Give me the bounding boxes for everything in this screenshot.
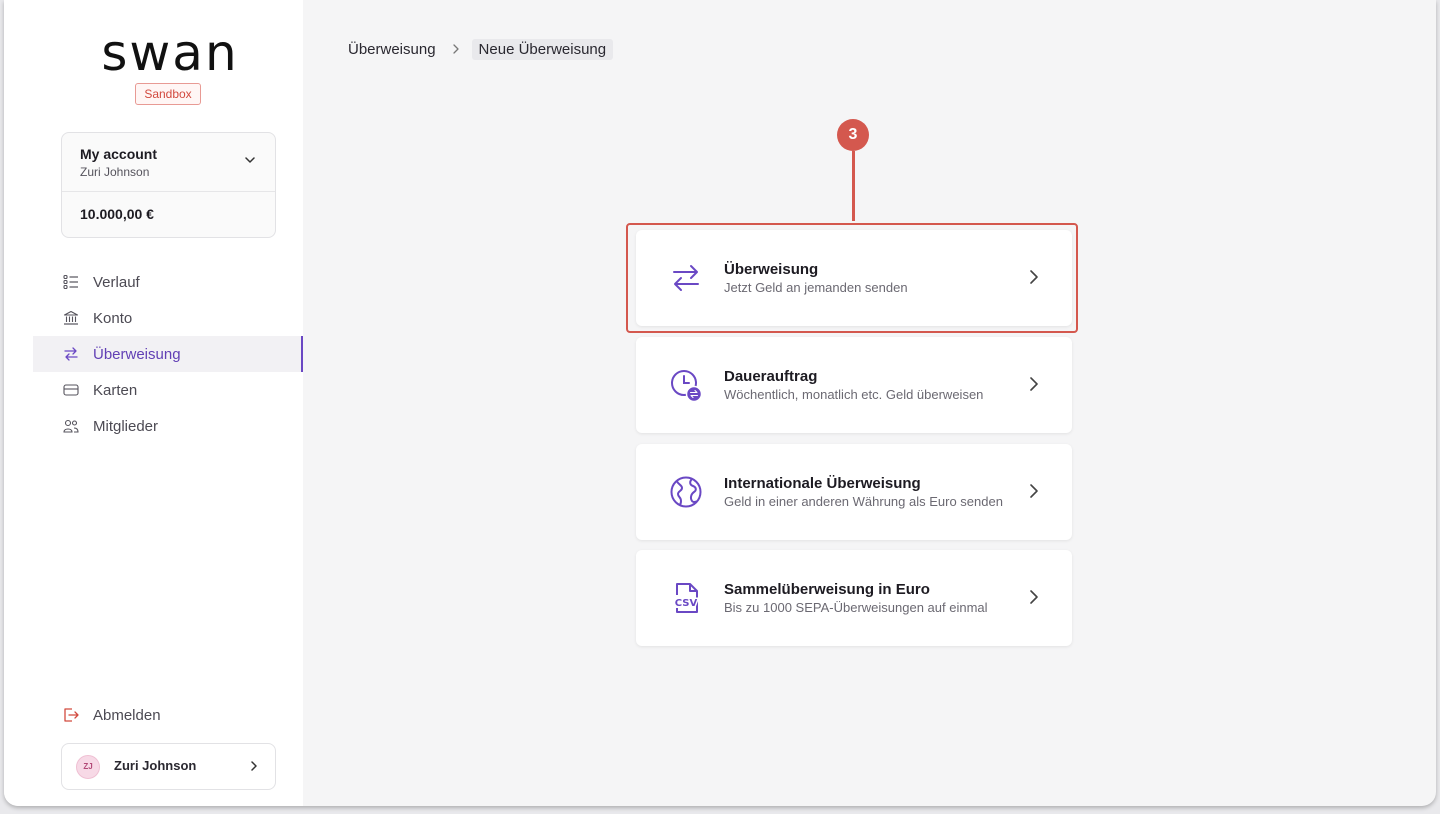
sidebar-item-uberweisung[interactable]: Überweisung	[33, 336, 303, 372]
sidebar-item-konto[interactable]: Konto	[33, 300, 303, 336]
breadcrumb-parent[interactable]: Überweisung	[348, 41, 436, 58]
chevron-down-icon[interactable]	[243, 153, 257, 167]
account-balance: 10.000,00 €	[80, 206, 154, 222]
sidebar-item-karten[interactable]: Karten	[33, 372, 303, 408]
svg-text:CSV: CSV	[675, 598, 698, 609]
logout-icon	[64, 708, 79, 722]
clock-transfer-icon	[671, 370, 703, 403]
transfer-icon	[64, 347, 78, 361]
option-sammeluberweisung[interactable]: CSV Sammelüberweisung in Euro Bis zu 100…	[636, 550, 1072, 646]
option-subtitle: Geld in einer anderen Währung als Euro s…	[724, 494, 1003, 509]
chevron-right-icon	[1030, 484, 1038, 498]
breadcrumb: Überweisung Neue Überweisung	[348, 38, 614, 60]
account-selector[interactable]: My account Zuri Johnson 10.000,00 €	[61, 132, 276, 238]
bank-icon	[63, 310, 79, 325]
app-window: swan Sandbox My account Zuri Johnson 10.…	[4, 0, 1436, 806]
members-icon	[63, 419, 79, 433]
avatar: ZJ	[76, 755, 100, 779]
sidebar-item-label: Konto	[93, 309, 133, 327]
card-icon	[63, 384, 79, 396]
step-marker-line	[852, 151, 855, 221]
list-icon	[63, 274, 78, 290]
sidebar-item-label: Mitglieder	[93, 417, 159, 435]
sidebar-item-verlauf[interactable]: Verlauf	[33, 264, 303, 300]
account-name: My account	[80, 146, 158, 162]
sidebar-nav: Verlauf Konto Überweisung Karten Mitglie…	[33, 264, 303, 444]
chevron-right-icon	[251, 761, 257, 771]
user-profile-button[interactable]: ZJ Zuri Johnson	[61, 743, 276, 790]
option-title: Dauerauftrag	[724, 368, 818, 385]
swan-logo: swan	[101, 24, 239, 82]
logout-label: Abmelden	[93, 706, 161, 724]
step-marker: 3	[837, 119, 869, 151]
sidebar: swan Sandbox My account Zuri Johnson 10.…	[4, 0, 303, 806]
sidebar-item-label: Karten	[93, 381, 138, 399]
breadcrumb-current: Neue Überweisung	[471, 38, 614, 60]
chevron-right-icon	[1030, 590, 1038, 604]
option-international[interactable]: Internationale Überweisung Geld in einer…	[636, 444, 1072, 540]
option-subtitle: Bis zu 1000 SEPA-Überweisungen auf einma…	[724, 600, 988, 615]
sidebar-item-label: Überweisung	[93, 345, 181, 363]
account-header[interactable]: My account Zuri Johnson	[62, 133, 275, 192]
logout-button[interactable]: Abmelden	[63, 704, 161, 726]
globe-icon	[670, 476, 702, 508]
chevron-right-icon	[1030, 377, 1038, 391]
option-dauerauftrag[interactable]: Dauerauftrag Wöchentlich, monatlich etc.…	[636, 337, 1072, 433]
option-title: Internationale Überweisung	[724, 475, 921, 492]
chevron-right-icon	[452, 44, 459, 54]
option-title: Sammelüberweisung in Euro	[724, 581, 930, 598]
highlight-box	[626, 223, 1078, 333]
csv-file-icon: CSV	[673, 583, 699, 613]
user-name: Zuri Johnson	[114, 758, 197, 773]
option-subtitle: Wöchentlich, monatlich etc. Geld überwei…	[724, 387, 984, 402]
sidebar-item-label: Verlauf	[93, 273, 140, 291]
account-holder: Zuri Johnson	[80, 165, 150, 179]
sandbox-badge: Sandbox	[135, 83, 201, 105]
sidebar-item-mitglieder[interactable]: Mitglieder	[33, 408, 303, 444]
